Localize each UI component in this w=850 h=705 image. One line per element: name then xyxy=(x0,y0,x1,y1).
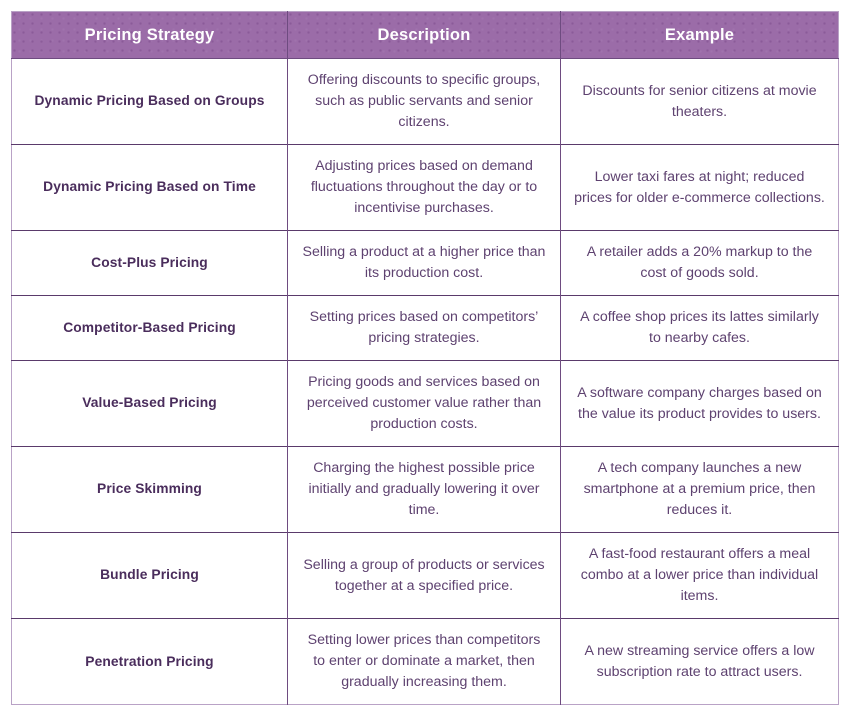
cell-strategy: Value-Based Pricing xyxy=(11,360,288,447)
table-row: Penetration Pricing Setting lower prices… xyxy=(11,618,839,705)
table-row: Dynamic Pricing Based on Groups Offering… xyxy=(11,58,839,145)
cell-description: Selling a product at a higher price than… xyxy=(287,230,561,296)
cell-description: Adjusting prices based on demand fluctua… xyxy=(287,144,561,231)
cell-example: Lower taxi fares at night; reduced price… xyxy=(560,144,839,231)
cell-description: Charging the highest possible price init… xyxy=(287,446,561,533)
cell-example: A coffee shop prices its lattes similarl… xyxy=(560,295,839,361)
cell-description: Setting lower prices than competitors to… xyxy=(287,618,561,705)
cell-strategy: Dynamic Pricing Based on Groups xyxy=(11,58,288,145)
table-header: Pricing Strategy Description Example xyxy=(11,11,839,59)
table-row: Bundle Pricing Selling a group of produc… xyxy=(11,532,839,619)
cell-description: Pricing goods and services based on perc… xyxy=(287,360,561,447)
pricing-strategy-table: Pricing Strategy Description Example Dyn… xyxy=(11,11,839,705)
cell-example: Discounts for senior citizens at movie t… xyxy=(560,58,839,145)
cell-strategy: Dynamic Pricing Based on Time xyxy=(11,144,288,231)
cell-strategy: Competitor-Based Pricing xyxy=(11,295,288,361)
cell-description: Setting prices based on competitors’ pri… xyxy=(287,295,561,361)
table-row: Price Skimming Charging the highest poss… xyxy=(11,446,839,533)
cell-example: A software company charges based on the … xyxy=(560,360,839,447)
table-row: Competitor-Based Pricing Setting prices … xyxy=(11,295,839,361)
cell-strategy: Bundle Pricing xyxy=(11,532,288,619)
column-header-pricing-strategy: Pricing Strategy xyxy=(11,11,288,59)
table-body: Dynamic Pricing Based on Groups Offering… xyxy=(11,58,839,705)
cell-description: Offering discounts to specific groups, s… xyxy=(287,58,561,145)
cell-example: A new streaming service offers a low sub… xyxy=(560,618,839,705)
table-row: Dynamic Pricing Based on Time Adjusting … xyxy=(11,144,839,231)
column-header-example: Example xyxy=(560,11,839,59)
cell-description: Selling a group of products or services … xyxy=(287,532,561,619)
table-header-row: Pricing Strategy Description Example xyxy=(11,11,839,59)
cell-example: A retailer adds a 20% markup to the cost… xyxy=(560,230,839,296)
cell-example: A tech company launches a new smartphone… xyxy=(560,446,839,533)
column-header-description: Description xyxy=(287,11,561,59)
cell-strategy: Penetration Pricing xyxy=(11,618,288,705)
pricing-strategy-table-container: Pricing Strategy Description Example Dyn… xyxy=(11,11,839,705)
cell-example: A fast-food restaurant offers a meal com… xyxy=(560,532,839,619)
cell-strategy: Cost-Plus Pricing xyxy=(11,230,288,296)
table-row: Cost-Plus Pricing Selling a product at a… xyxy=(11,230,839,296)
table-row: Value-Based Pricing Pricing goods and se… xyxy=(11,360,839,447)
cell-strategy: Price Skimming xyxy=(11,446,288,533)
